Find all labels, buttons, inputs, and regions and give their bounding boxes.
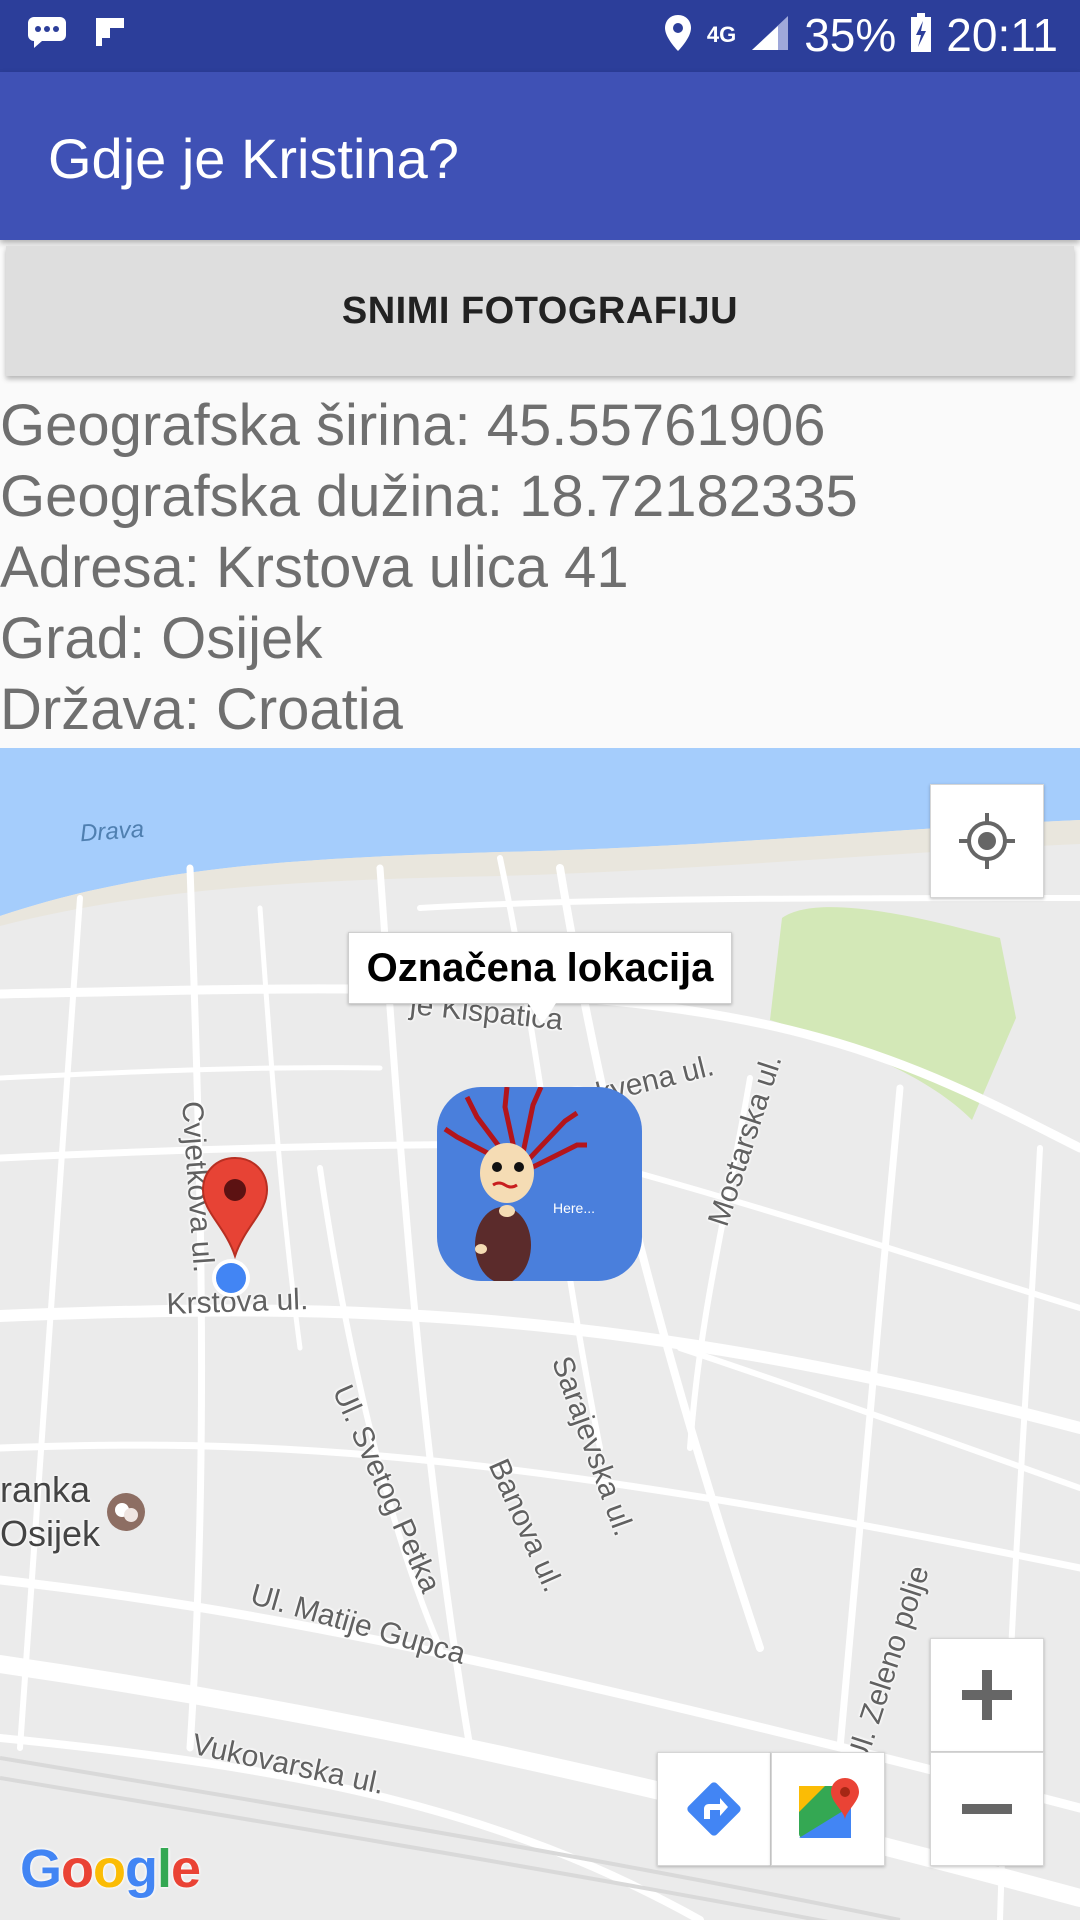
location-pin-icon: [663, 13, 693, 58]
poi-label-line1: ranka: [0, 1469, 91, 1510]
longitude-text: Geografska dužina: 18.72182335: [0, 464, 858, 529]
zoom-in-button[interactable]: [930, 1638, 1044, 1752]
latitude-text: Geografska širina: 45.55761906: [0, 393, 826, 458]
clock: 20:11: [946, 9, 1058, 61]
open-in-maps-button[interactable]: [771, 1752, 885, 1866]
park-area: [770, 907, 1016, 1120]
battery-charging-icon: [910, 12, 932, 58]
poi-label-line2: Osijek: [0, 1513, 101, 1554]
crosshair-icon: [959, 813, 1015, 869]
directions-icon: [687, 1782, 741, 1836]
theater-poi-icon[interactable]: [106, 1492, 146, 1537]
take-photo-button[interactable]: SNIMI FOTOGRAFIJU: [6, 246, 1074, 376]
address-text: Adresa: Krstova ulica 41: [0, 535, 629, 600]
map-base-layer: [0, 748, 1080, 1920]
river-label: Drava: [79, 815, 145, 848]
current-location-dot: [210, 1257, 252, 1304]
plus-icon: [962, 1670, 1012, 1720]
message-icon: [26, 15, 68, 54]
info-window-tail: [528, 1003, 556, 1025]
photo-marker-image: Here...: [443, 1087, 595, 1281]
battery-percent: 35%: [804, 9, 897, 61]
country-text: Država: Croatia: [0, 677, 403, 742]
page-title: Gdje je Kristina?: [48, 127, 459, 190]
my-location-button[interactable]: [930, 784, 1044, 898]
google-logo: Google: [20, 1839, 201, 1899]
map-view[interactable]: Drava Cvjetkova ul. Krstova ul. je Kispa…: [0, 748, 1080, 1920]
network-4g-icon: 4G: [706, 22, 737, 47]
poi-label: ranka Osijek: [0, 1468, 100, 1556]
photo-marker[interactable]: Here...: [437, 1087, 642, 1281]
directions-button[interactable]: [657, 1752, 771, 1866]
info-window[interactable]: Označena lokacija: [348, 932, 732, 1004]
google-maps-icon: [799, 1778, 859, 1838]
location-info: Geografska širina: 45.55761906 Geografsk…: [0, 390, 1080, 745]
marker-caption: Here...: [553, 1200, 595, 1216]
status-bar: 4G 35% 20:11: [0, 0, 1080, 72]
minus-icon: [962, 1804, 1012, 1814]
city-text: Grad: Osijek: [0, 606, 323, 671]
signal-icon: [750, 14, 790, 57]
flipboard-icon: [92, 14, 128, 55]
zoom-out-button[interactable]: [930, 1752, 1044, 1866]
screen: 4G 35% 20:11 Gdje je Kristina? SNIMI FOT…: [0, 0, 1080, 1920]
app-bar: Gdje je Kristina?: [0, 72, 1080, 240]
